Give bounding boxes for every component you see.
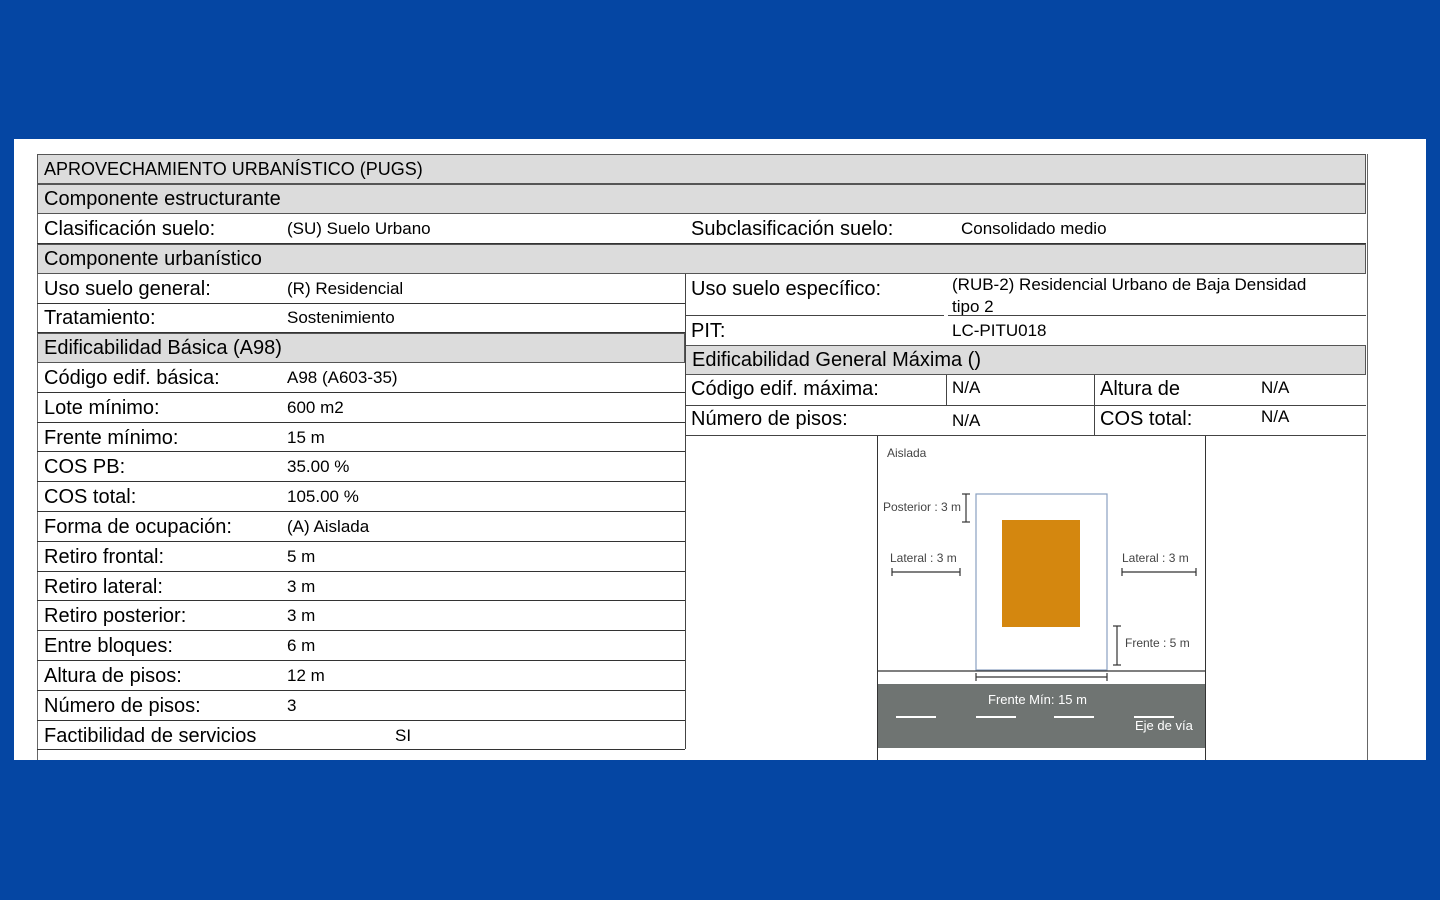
row-label: Entre bloques: [44,635,173,658]
cos-maxima-label: COS total: [1100,408,1193,430]
section-estructurante: Componente estructurante [37,184,1366,214]
row-label: COS total: [44,486,137,509]
codigo-maxima-value: N/A [952,378,981,397]
row-value: 3 m [287,576,316,596]
row-value: SI [395,725,412,745]
pisos-maxima-value: N/A [952,411,981,430]
cos-maxima-value: N/A [1261,407,1290,426]
main-header: APROVECHAMIENTO URBANÍSTICO (PUGS) [37,154,1366,184]
building-footprint [1002,520,1080,627]
uso-general-label: Uso suelo general: [44,278,211,300]
document-page: APROVECHAMIENTO URBANÍSTICO (PUGS) Compo… [14,139,1426,760]
row-value: 5 m [287,546,316,566]
road-dash [1054,716,1094,718]
road-dash [976,716,1016,718]
row-value: 12 m [287,666,325,685]
codigo-maxima-label: Código edif. máxima: [691,378,879,400]
table-row [37,452,685,483]
section-basica-text: Edificabilidad Básica (A98) [44,336,282,359]
clasificacion-value: (SU) Suelo Urbano [287,219,431,238]
row-value: A98 (A603-35) [287,368,398,387]
row-value: 35.00 % [287,457,350,477]
setback-diagram: Aislada Posterior : 3 m Lateral : 3 m La… [877,436,1206,760]
row-label: Código edif. básica: [44,367,220,389]
row-value: 15 m [287,427,325,447]
subclasificacion-value: Consolidado medio [961,219,1107,238]
row-value: 3 [287,695,297,715]
divider [685,315,944,316]
row-value: 3 m [287,606,316,626]
uso-general-value: (R) Residencial [287,279,404,298]
uso-especifico-label: Uso suelo específico: [691,278,882,300]
row-label: Factibilidad de servicios [44,724,257,747]
section-basica: Edificabilidad Básica (A98) [37,333,685,363]
section-urbanistico-text: Componente urbanístico [44,247,262,270]
tratamiento-label: Tratamiento: [44,307,156,329]
column-divider [685,274,686,749]
pit-value: LC-PITU018 [952,321,1047,340]
tratamiento-value: Sostenimiento [287,308,395,327]
divider [946,375,947,406]
section-maxima: Edificabilidad General Máxima () [685,345,1366,375]
row-label: Altura de pisos: [44,665,182,687]
divider [685,405,1366,406]
row-label: Forma de ocupación: [44,516,232,538]
row-label: Retiro posterior: [44,605,187,628]
subclasificacion-label: Subclasificación suelo: [691,218,894,240]
row-label: Retiro lateral: [44,575,163,598]
road: Frente Mín: 15 m Eje de vía [878,684,1205,748]
uso-especifico-value-line1: (RUB-2) Residencial Urbano de Baja Densi… [952,275,1307,294]
altura-maxima-label: Altura de [1100,378,1181,400]
row-value: 105.00 % [287,487,359,507]
divider [1094,375,1095,435]
altura-maxima-value: N/A [1261,378,1290,397]
uso-especifico-value: (RUB-2) Residencial Urbano de Baja Densi… [952,274,1306,318]
divider [948,315,1366,316]
frente-label: Frente : 5 m [1125,636,1190,650]
pit-label: PIT: [691,320,726,342]
row-label: Frente mínimo: [44,426,179,449]
lateral-right-label: Lateral : 3 m [1122,551,1189,565]
row-label: COS PB: [44,456,126,479]
section-maxima-text: Edificabilidad General Máxima () [692,348,982,371]
section-urbanistico: Componente urbanístico [37,244,1366,274]
frente-min-label: Frente Mín: 15 m [988,692,1087,707]
row-value: 600 m2 [287,397,344,417]
eje-de-via-label: Eje de vía [1135,718,1193,733]
row-label: Lote mínimo: [44,396,160,419]
row-label: Retiro frontal: [44,545,165,568]
road-dash [896,716,936,718]
section-estructurante-text: Componente estructurante [44,187,281,210]
row-label: Número de pisos: [44,694,201,717]
row-value: (A) Aislada [287,517,370,536]
pisos-maxima-label: Número de pisos: [691,408,848,430]
lateral-left-label: Lateral : 3 m [890,551,957,565]
posterior-label: Posterior : 3 m [883,500,962,514]
clasificacion-label: Clasificación suelo: [44,218,216,240]
row-value: 6 m [287,636,316,656]
main-header-text: APROVECHAMIENTO URBANÍSTICO (PUGS) [44,158,423,179]
